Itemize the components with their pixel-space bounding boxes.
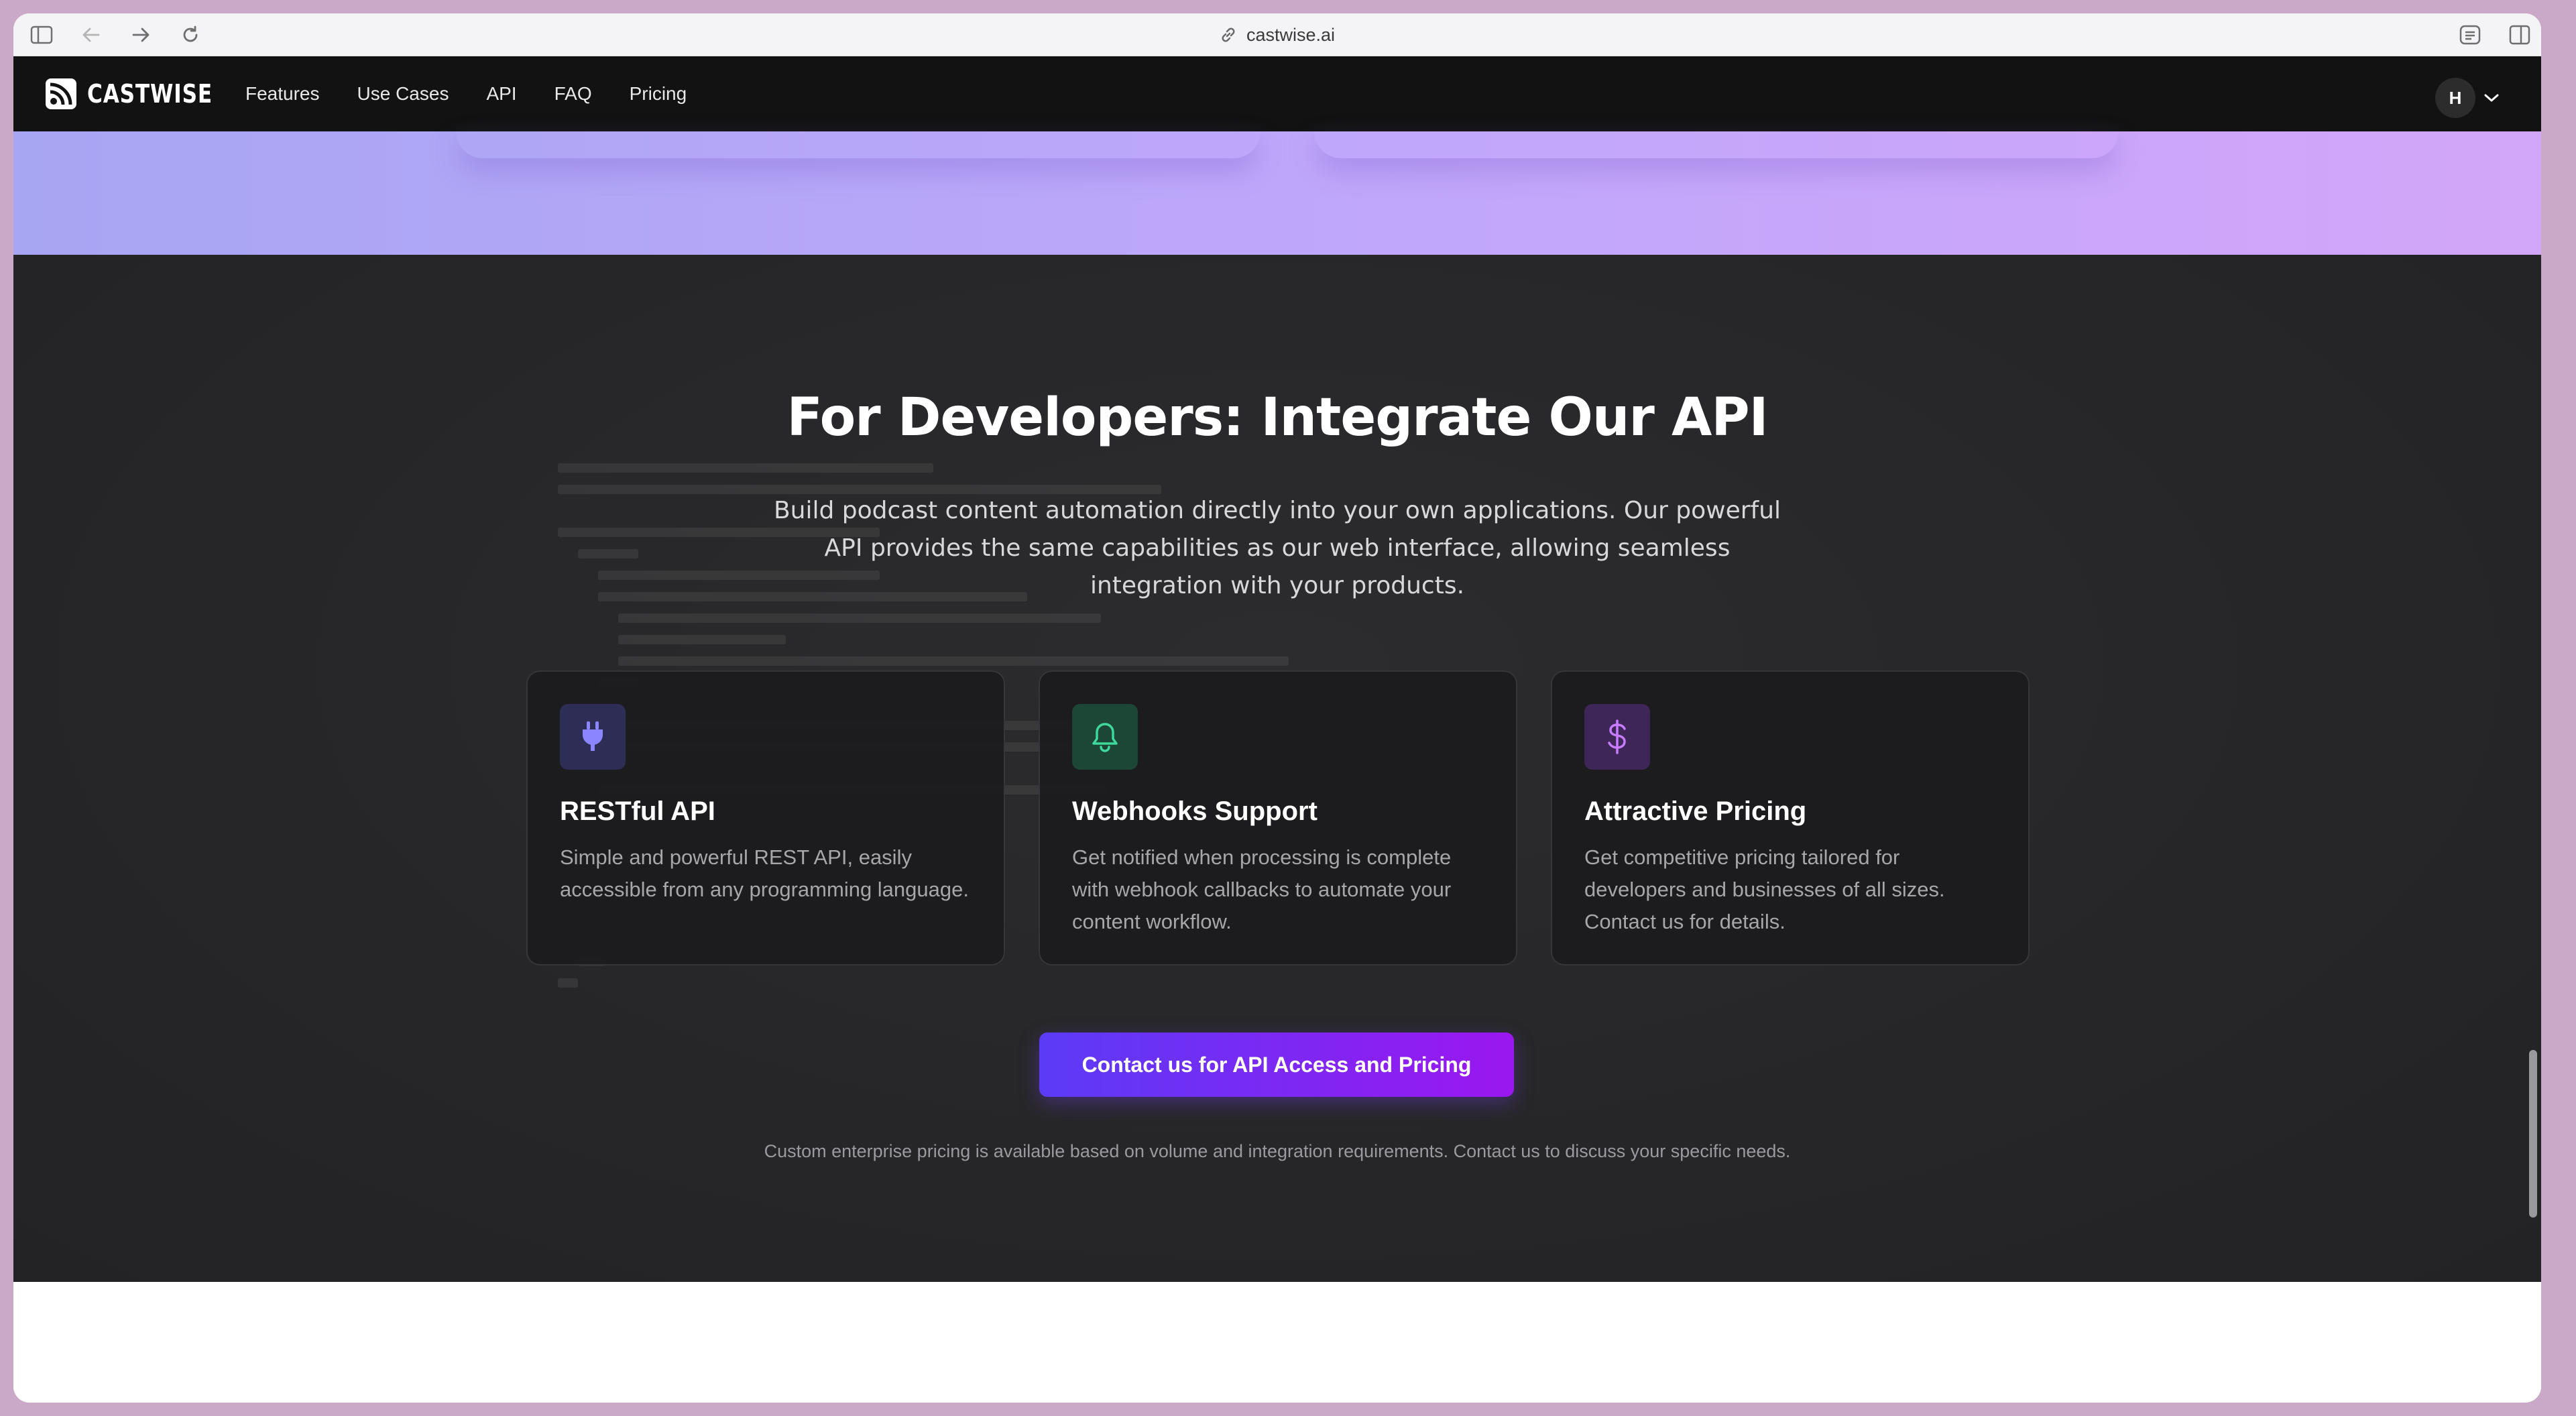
link-icon (1222, 27, 1235, 42)
card-text: Get competitive pricing tailored for dev… (1584, 845, 1945, 933)
site-nav: CASTWISE Features Use Cases API FAQ Pric… (13, 56, 2541, 131)
card-title: Attractive Pricing (1584, 796, 1807, 826)
section-lead: Build podcast content automation directl… (773, 497, 1781, 599)
feature-card-restful-api: RESTful API Simple and powerful REST API… (526, 670, 1005, 965)
card-shadow (456, 131, 1261, 158)
feature-card-pricing: Attractive Pricing Get competitive prici… (1551, 670, 2030, 965)
enterprise-pricing-note: Custom enterprise pricing is available b… (764, 1141, 1791, 1161)
castwise-logo[interactable]: CASTWISE (46, 56, 240, 131)
scrollbar-thumb[interactable] (2529, 1050, 2537, 1218)
nav-link-faq[interactable]: FAQ (554, 83, 592, 105)
address-bar[interactable]: castwise.ai (1220, 23, 1335, 47)
developers-section: For Developers: Integrate Our API Build … (13, 255, 2541, 1282)
card-text: Get notified when processing is complete… (1072, 845, 1452, 933)
feature-cards: RESTful API Simple and powerful REST API… (526, 670, 2030, 965)
nav-link-api[interactable]: API (486, 83, 516, 105)
browser-toolbar: castwise.ai (13, 13, 2541, 56)
next-section (13, 1282, 2541, 1403)
browser-window: castwise.ai CASTWISE Features Use Cases … (13, 13, 2541, 1403)
previous-section-gradient (13, 131, 2541, 255)
nav-links: Features Use Cases API FAQ Pricing (245, 56, 687, 131)
section-title: For Developers: Integrate Our API (786, 388, 1768, 448)
user-avatar[interactable]: H (2435, 78, 2475, 118)
feature-card-webhooks: Webhooks Support Get notified when proce… (1039, 670, 1517, 965)
card-text: Simple and powerful REST API, easily acc… (560, 845, 969, 901)
back-icon[interactable] (76, 21, 106, 48)
plug-icon (560, 704, 626, 770)
sidebar-toggle-icon[interactable] (27, 21, 56, 48)
reload-icon[interactable] (176, 21, 205, 48)
nav-link-pricing[interactable]: Pricing (630, 83, 687, 105)
card-title: RESTful API (560, 796, 715, 826)
contact-api-button[interactable]: Contact us for API Access and Pricing (1039, 1032, 1514, 1097)
rss-logo-icon (46, 78, 76, 109)
logo-text: CASTWISE (87, 79, 213, 109)
nav-link-features[interactable]: Features (245, 83, 320, 105)
nav-link-use-cases[interactable]: Use Cases (357, 83, 449, 105)
url-text: castwise.ai (1246, 24, 1336, 45)
page-scrollbar[interactable] (2524, 131, 2541, 1403)
forward-icon[interactable] (126, 21, 156, 48)
bell-icon (1072, 704, 1138, 770)
split-view-icon[interactable] (2505, 21, 2534, 48)
reader-mode-icon[interactable] (2455, 21, 2485, 48)
dollar-icon (1584, 704, 1650, 770)
chevron-down-icon[interactable] (2479, 86, 2504, 110)
card-shadow (1314, 131, 2119, 158)
card-title: Webhooks Support (1072, 796, 1318, 826)
